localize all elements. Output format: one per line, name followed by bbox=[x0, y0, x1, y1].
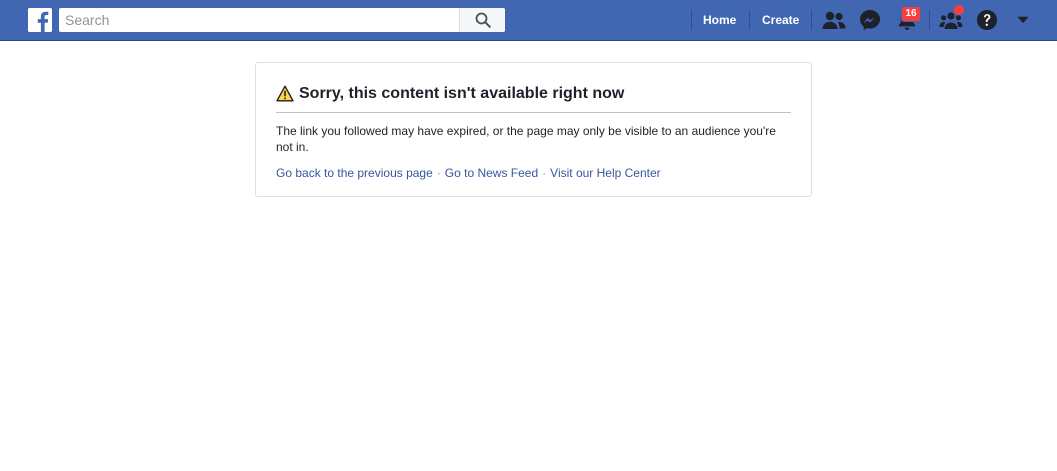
search-box bbox=[59, 8, 505, 32]
search-button[interactable] bbox=[459, 8, 505, 32]
account-menu-button[interactable] bbox=[1011, 8, 1035, 32]
question-mark-icon bbox=[977, 10, 997, 30]
link-separator: · bbox=[542, 166, 547, 180]
search-input[interactable] bbox=[59, 8, 459, 32]
top-navigation-bar: Home Create 16 bbox=[0, 0, 1057, 41]
news-feed-link[interactable]: Go to News Feed bbox=[445, 166, 538, 180]
create-link[interactable]: Create bbox=[762, 12, 799, 28]
card-title: Sorry, this content isn't available righ… bbox=[299, 85, 625, 102]
go-back-link[interactable]: Go back to the previous page bbox=[276, 166, 433, 180]
content-unavailable-card: Sorry, this content isn't available righ… bbox=[255, 62, 812, 197]
card-message: The link you followed may have expired, … bbox=[276, 124, 776, 154]
friend-requests-icon bbox=[822, 11, 846, 29]
help-center-link[interactable]: Visit our Help Center bbox=[550, 166, 661, 180]
magnifier-icon bbox=[475, 12, 491, 28]
nav-separator bbox=[929, 10, 930, 30]
card-links: Go back to the previous page · Go to News … bbox=[276, 165, 661, 181]
help-button[interactable] bbox=[975, 8, 999, 32]
messenger-icon bbox=[860, 10, 880, 30]
caret-down-icon bbox=[1017, 16, 1029, 24]
messenger-button[interactable] bbox=[858, 8, 882, 32]
home-link[interactable]: Home bbox=[703, 12, 736, 28]
card-divider bbox=[276, 112, 791, 113]
link-separator: · bbox=[436, 166, 441, 180]
nav-separator bbox=[691, 10, 692, 30]
warning-triangle-icon bbox=[276, 85, 294, 102]
facebook-logo-icon[interactable] bbox=[28, 8, 52, 32]
friend-requests-button[interactable] bbox=[822, 8, 846, 32]
groups-new-dot bbox=[954, 5, 964, 15]
nav-separator bbox=[811, 10, 812, 30]
nav-separator bbox=[749, 10, 750, 30]
notifications-count-badge: 16 bbox=[901, 6, 921, 22]
